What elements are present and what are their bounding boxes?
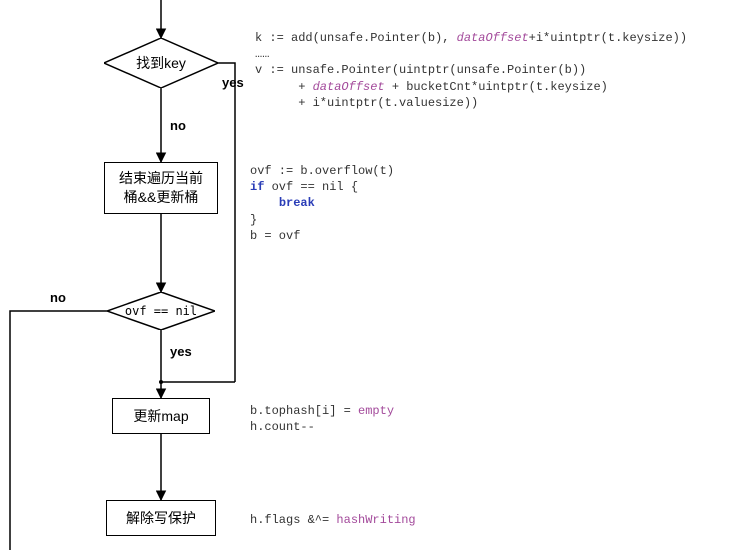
step-update-map-label: 更新map <box>133 407 188 426</box>
edge-label-yes-key: yes <box>222 75 244 90</box>
code-block-tophash: b.tophash[i] = empty h.count-- <box>250 403 394 435</box>
decision-ovf-nil: ovf == nil <box>107 292 215 330</box>
decision-find-key: 找到key <box>104 38 218 88</box>
step-update-map: 更新map <box>112 398 210 434</box>
step-end-iteration: 结束遍历当前 桶&&更新桶 <box>104 162 218 214</box>
step-end-iter-line2: 桶&&更新桶 <box>124 189 199 205</box>
code-block-overflow: ovf := b.overflow(t) if ovf == nil { bre… <box>250 163 394 244</box>
code-block-kv: k := add(unsafe.Pointer(b), dataOffset+i… <box>255 30 725 111</box>
code-block-flags: h.flags &^= hashWriting <box>250 512 416 528</box>
step-release-lock-label: 解除写保护 <box>126 509 196 528</box>
edge-label-yes-ovf: yes <box>170 344 192 359</box>
decision-ovf-nil-label: ovf == nil <box>125 304 197 318</box>
edge-label-no-ovf: no <box>50 290 66 305</box>
decision-find-key-label: 找到key <box>136 53 186 73</box>
step-end-iter-line1: 结束遍历当前 <box>119 170 203 186</box>
edge-label-no-key: no <box>170 118 186 133</box>
step-release-lock: 解除写保护 <box>106 500 216 536</box>
